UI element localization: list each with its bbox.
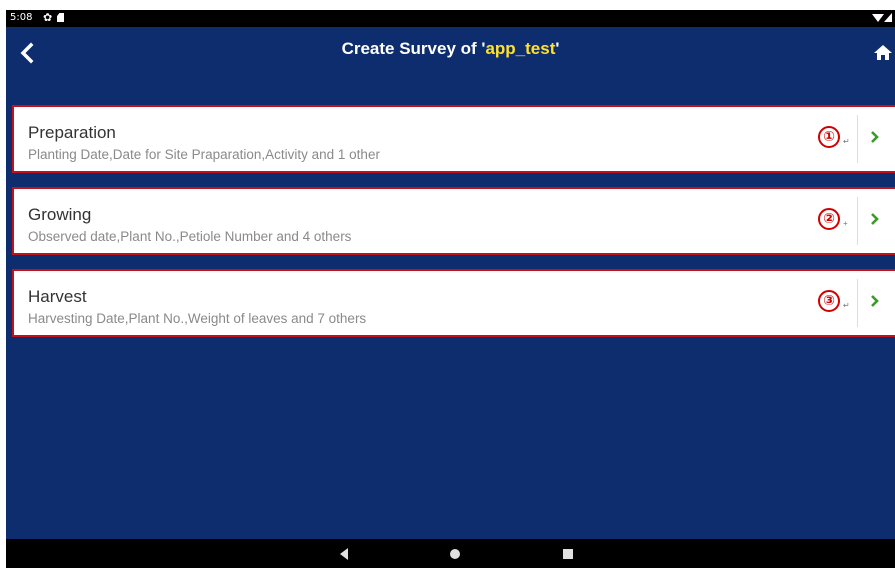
gear-icon: ✿: [43, 12, 53, 24]
survey-title: Harvest: [28, 287, 87, 306]
sd-card-icon: [57, 13, 64, 22]
survey-subtitle: Harvesting Date,Plant No.,Weight of leav…: [28, 311, 367, 326]
survey-title: Growing: [28, 205, 92, 224]
survey-title: Preparation: [28, 123, 116, 142]
return-mark-icon: ↵: [843, 137, 850, 146]
status-bar: 5:08 ✿: [6, 10, 895, 27]
title-suffix: ': [555, 39, 560, 58]
recents-square-icon[interactable]: [563, 549, 573, 559]
device-screen: 5:08 ✿ Create Survey of 'app_test' Prepa…: [0, 0, 895, 568]
dot-mark-icon: +: [843, 219, 848, 228]
divider: [857, 115, 858, 163]
app-header: Create Survey of 'app_test': [6, 27, 895, 79]
chevron-right-icon: [871, 295, 879, 307]
survey-subtitle: Planting Date,Date for Site Praparation,…: [28, 147, 380, 162]
system-nav-bar: [6, 539, 895, 568]
divider: [857, 279, 858, 327]
home-icon: [874, 45, 892, 60]
return-mark-icon: ↵: [843, 301, 850, 310]
survey-subtitle: Observed date,Plant No.,Petiole Number a…: [28, 229, 352, 244]
wifi-icon: [872, 14, 884, 22]
home-circle-icon[interactable]: [450, 549, 460, 559]
chevron-right-icon: [871, 213, 879, 225]
page-title: Create Survey of 'app_test': [6, 39, 895, 59]
app-screen: Create Survey of 'app_test' Preparation …: [6, 27, 895, 539]
status-time: 5:08: [10, 12, 33, 23]
divider: [857, 197, 858, 245]
chevron-right-icon: [871, 131, 879, 143]
title-prefix: Create Survey of ': [341, 39, 486, 58]
annotation-badge: ②: [818, 208, 840, 230]
survey-item-growing[interactable]: Growing Observed date,Plant No.,Petiole …: [12, 187, 895, 255]
survey-item-preparation[interactable]: Preparation Planting Date,Date for Site …: [12, 105, 895, 173]
back-triangle-icon[interactable]: [340, 548, 348, 560]
annotation-badge: ③: [818, 290, 840, 312]
home-button[interactable]: [872, 42, 894, 64]
survey-item-harvest[interactable]: Harvest Harvesting Date,Plant No.,Weight…: [12, 269, 895, 337]
app-name: app_test: [485, 39, 556, 58]
signal-icon: [884, 13, 892, 22]
annotation-badge: ①: [818, 126, 840, 148]
